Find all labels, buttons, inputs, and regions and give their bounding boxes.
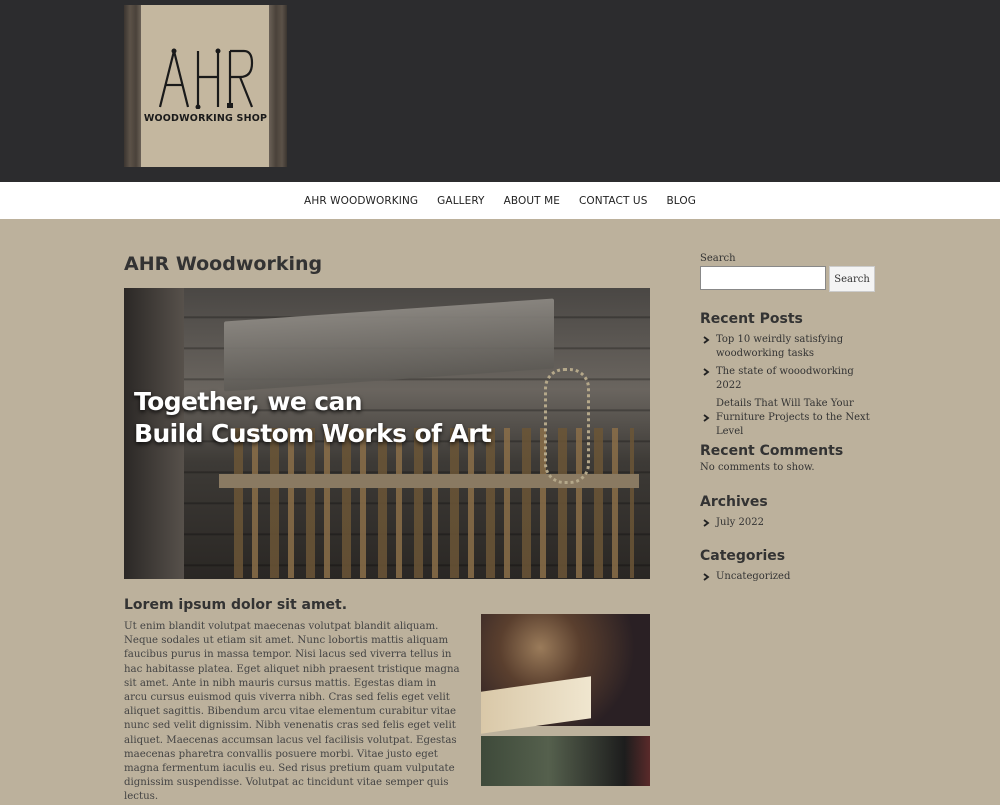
post-body: Ut enim blandit volutpat maecenas volutp…	[124, 621, 460, 803]
site-header: WOODWORKING SHOP	[0, 0, 1000, 182]
category-item[interactable]: Uncategorized	[700, 570, 876, 584]
recent-post-link[interactable]: Details That Will Take Your Furniture Pr…	[716, 398, 870, 437]
hero-heading-line-1: Together, we can	[134, 387, 363, 416]
chevron-right-icon	[703, 368, 710, 376]
hero-rope-shape	[544, 368, 590, 484]
chevron-right-icon	[703, 414, 710, 422]
main-navigation: AHR WOODWORKING GALLERY ABOUT ME CONTACT…	[0, 182, 1000, 219]
hero-heading: Together, we can Build Custom Works of A…	[134, 386, 492, 450]
nav-item-about-me[interactable]: ABOUT ME	[504, 195, 560, 207]
search-label: Search	[700, 253, 736, 264]
chevron-right-icon	[703, 573, 710, 581]
logo-tagline: WOODWORKING SHOP	[143, 113, 268, 124]
chevron-right-icon	[703, 336, 710, 344]
nav-item-gallery[interactable]: GALLERY	[437, 195, 484, 207]
recent-posts-title: Recent Posts	[700, 311, 803, 327]
site-logo[interactable]: WOODWORKING SHOP	[124, 5, 287, 167]
chevron-right-icon	[703, 519, 710, 527]
search-button[interactable]: Search	[829, 266, 875, 292]
recent-post-item[interactable]: The state of wooodworking 2022	[700, 365, 876, 393]
archive-item[interactable]: July 2022	[700, 516, 876, 530]
no-comments-text: No comments to show.	[700, 462, 815, 473]
recent-comments-title: Recent Comments	[700, 443, 844, 459]
post-title: Lorem ipsum dolor sit amet.	[124, 597, 348, 613]
nav-item-contact-us[interactable]: CONTACT US	[579, 195, 647, 207]
search-input[interactable]	[700, 266, 826, 290]
page-title: AHR Woodworking	[124, 253, 323, 275]
hero-heading-line-2: Build Custom Works of Art	[134, 419, 492, 448]
nav-item-blog[interactable]: BLOG	[666, 195, 695, 207]
nav-item-ahr-woodworking[interactable]: AHR WOODWORKING	[304, 195, 418, 207]
recent-post-item[interactable]: Top 10 weirdly satisfying woodworking ta…	[700, 333, 876, 361]
recent-post-link[interactable]: The state of wooodworking 2022	[716, 366, 854, 391]
hero-image: Together, we can Build Custom Works of A…	[124, 288, 650, 579]
workshop-photo	[481, 736, 650, 786]
hero-saw-shape	[224, 298, 554, 392]
recent-posts-list: Top 10 weirdly satisfying woodworking ta…	[700, 333, 876, 443]
categories-list: Uncategorized	[700, 570, 876, 588]
recent-post-link[interactable]: Top 10 weirdly satisfying woodworking ta…	[716, 334, 843, 359]
category-link[interactable]: Uncategorized	[716, 571, 790, 582]
archive-link[interactable]: July 2022	[716, 517, 764, 528]
logo-tools-mark	[158, 48, 254, 109]
woodworker-photo	[481, 614, 650, 726]
recent-post-item[interactable]: Details That Will Take Your Furniture Pr…	[700, 397, 876, 439]
archives-title: Archives	[700, 494, 768, 510]
categories-title: Categories	[700, 548, 786, 564]
archives-list: July 2022	[700, 516, 876, 534]
